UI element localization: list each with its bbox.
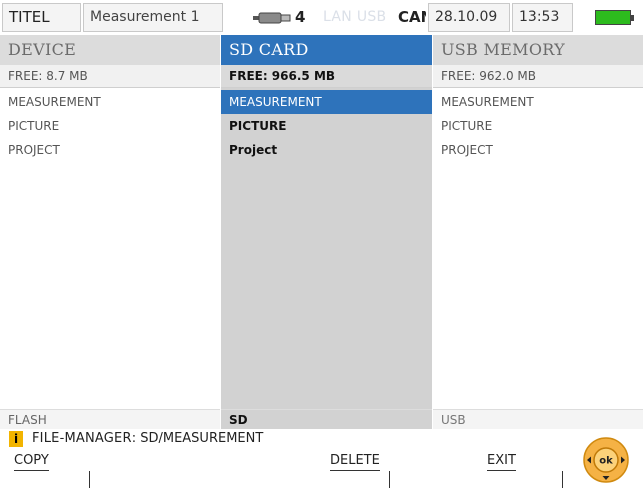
battery-icon: [595, 10, 634, 25]
device-header[interactable]: DEVICE: [0, 35, 220, 65]
usb-storage-label: USB: [433, 409, 643, 429]
sd-folder-project[interactable]: Project: [221, 138, 432, 162]
sd-folder-picture[interactable]: PICTURE: [221, 114, 432, 138]
info-key: FILE-MANAGER: [32, 431, 132, 446]
measurement-name: Measurement 1: [83, 3, 223, 32]
usb-folder-picture[interactable]: PICTURE: [433, 114, 643, 138]
usb-memory-folder-list: MEASUREMENT PICTURE PROJECT: [433, 90, 643, 162]
usb-folder-measurement[interactable]: MEASUREMENT: [433, 90, 643, 114]
info-separator: :: [131, 431, 137, 446]
battery-status: [575, 3, 641, 32]
nav-ok-label[interactable]: ok: [599, 456, 613, 467]
sd-card-free-space: FREE: 966.5 MB: [221, 65, 432, 88]
device-column: DEVICE FREE: 8.7 MB MEASUREMENT PICTURE …: [0, 35, 220, 409]
time-display: 13:53: [512, 3, 573, 32]
active-interface: CAN: [398, 8, 426, 26]
delete-button-label: DELETE: [330, 453, 380, 471]
info-text: FILE-MANAGER: SD/MEASUREMENT: [32, 429, 263, 449]
info-line: i FILE-MANAGER: SD/MEASUREMENT: [0, 429, 643, 449]
usb-memory-free-space: FREE: 962.0 MB: [433, 65, 643, 88]
exit-button[interactable]: EXIT: [485, 453, 563, 488]
sd-card-header[interactable]: SD CARD: [221, 35, 432, 65]
sd-card-column: SD CARD FREE: 966.5 MB MEASUREMENT PICTU…: [221, 35, 432, 409]
copy-button[interactable]: COPY: [12, 453, 90, 488]
exit-button-label: EXIT: [487, 453, 516, 471]
info-icon: i: [9, 431, 23, 447]
device-storage-label: FLASH: [0, 409, 220, 429]
usb-folder-project[interactable]: PROJECT: [433, 138, 643, 162]
usb-memory-header[interactable]: USB MEMORY: [433, 35, 643, 65]
sd-card-folder-list: MEASUREMENT PICTURE Project: [221, 90, 432, 162]
delete-button[interactable]: DELETE: [328, 453, 390, 488]
inactive-interfaces: LAN USB: [323, 9, 387, 25]
device-folder-project[interactable]: PROJECT: [0, 138, 220, 162]
usb-plug-icon: [253, 12, 291, 24]
app-title: TITEL: [2, 3, 81, 32]
usb-device-count: 4: [295, 8, 306, 26]
device-folder-picture[interactable]: PICTURE: [0, 114, 220, 138]
date-display: 28.10.09: [428, 3, 510, 32]
info-path: SD/MEASUREMENT: [140, 431, 264, 446]
sd-storage-label: SD: [221, 409, 432, 429]
softkey-bar: COPY DELETE EXIT: [0, 449, 643, 488]
status-bar: TITEL Measurement 1 4 LAN USB CAN 28.10.…: [0, 0, 643, 35]
usb-memory-column: USB MEMORY FREE: 962.0 MB MEASUREMENT PI…: [433, 35, 643, 409]
interface-status: 4 LAN USB CAN: [225, 3, 426, 32]
device-free-space: FREE: 8.7 MB: [0, 65, 220, 88]
sd-folder-measurement[interactable]: MEASUREMENT: [221, 90, 432, 114]
device-folder-measurement[interactable]: MEASUREMENT: [0, 90, 220, 114]
device-folder-list: MEASUREMENT PICTURE PROJECT: [0, 90, 220, 162]
navigation-pad[interactable]: ok: [582, 436, 630, 484]
copy-button-label: COPY: [14, 453, 49, 471]
